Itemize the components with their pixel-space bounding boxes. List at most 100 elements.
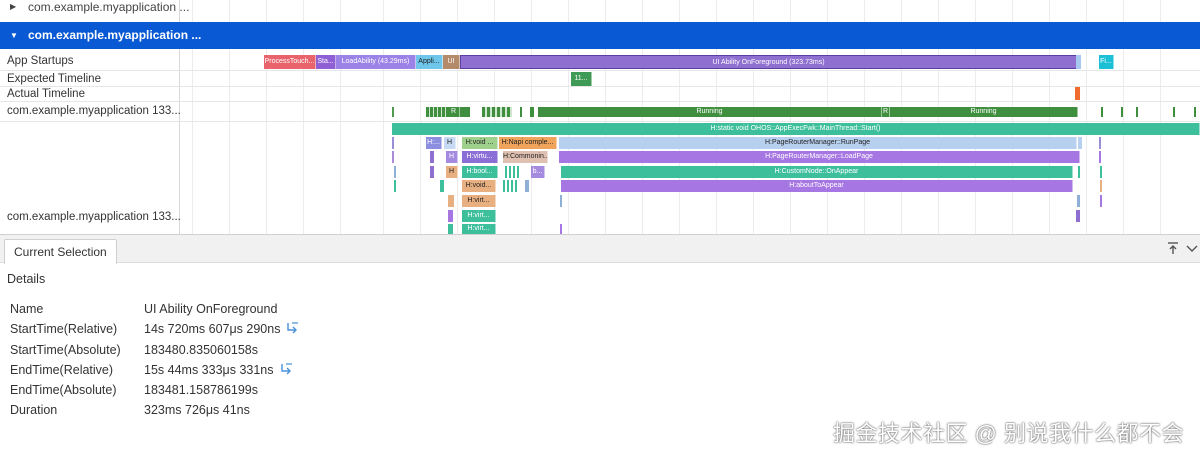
trace-slice[interactable] (430, 151, 434, 163)
trace-timeline[interactable]: ▶ com.example.myapplication ... ▼ com.ex… (0, 0, 1200, 234)
thread-state-tick[interactable] (426, 107, 448, 117)
chevron-down-icon[interactable] (1186, 241, 1198, 255)
details-value: 183481.158786199s (144, 380, 258, 400)
details-value: 14s 720ms 607μs 290ns (144, 319, 299, 339)
trace-slice[interactable]: LoadAbility (43.29ms) (336, 55, 416, 69)
trace-slice[interactable]: H:static void OHOS::AppExecFwk::MainThre… (392, 123, 1200, 135)
trace-slice[interactable]: H:Napi comple... (499, 137, 557, 149)
trace-slice[interactable]: Running (890, 107, 1078, 117)
trace-slice[interactable] (1078, 166, 1080, 178)
lane-label-expected-timeline: Expected Timeline (7, 73, 101, 85)
trace-slice[interactable] (448, 224, 453, 234)
trace-slice[interactable] (448, 210, 453, 222)
details-value-text: 183480.835060158s (144, 342, 259, 357)
jump-to-icon[interactable] (287, 322, 299, 334)
trace-slice[interactable]: H:aboutToAppear (561, 180, 1073, 192)
thread-state-tick[interactable] (482, 107, 512, 117)
row-separator (0, 70, 1200, 71)
details-key: EndTime(Relative) (10, 362, 114, 377)
trace-slice[interactable]: Fi... (1099, 55, 1114, 69)
thread-state-tick[interactable] (530, 107, 534, 117)
process-row-expanded[interactable]: ▼ com.example.myapplication ... (0, 22, 1200, 49)
trace-slice[interactable]: H:void... (462, 180, 496, 192)
lane-label-thread: com.example.myapplication 133... (7, 105, 181, 117)
trace-slice[interactable] (1076, 55, 1081, 69)
process-title: com.example.myapplication ... (28, 28, 202, 42)
caret-down-icon[interactable]: ▼ (10, 22, 18, 49)
trace-slice[interactable]: H (444, 137, 456, 149)
trace-slice[interactable] (392, 137, 394, 149)
thread-state-tick[interactable] (520, 107, 522, 117)
trace-slice-selected[interactable]: UI Ability OnForeground (323.73ms) (460, 55, 1077, 69)
trace-slice[interactable]: Sta... (316, 55, 336, 69)
trace-slice[interactable]: H:bool... (462, 166, 498, 178)
trace-slice[interactable]: H:PageRouterManager::RunPage (559, 137, 1077, 149)
trace-slice[interactable]: Appli... (416, 55, 443, 69)
trace-slice[interactable]: b... (531, 166, 545, 178)
thread-state-tick[interactable] (460, 107, 470, 117)
details-key: StartTime(Absolute) (10, 342, 121, 357)
watermark: 掘金技术社区 @ 别说我什么都不会 (832, 421, 1184, 446)
trace-slice[interactable]: H:virtu... (462, 151, 498, 163)
trace-slice[interactable]: H:PageRouterManager::LoadPage (559, 151, 1080, 163)
trace-slice[interactable]: Running (538, 107, 882, 117)
trace-slice[interactable] (505, 166, 519, 178)
thread-state-tick[interactable] (1121, 107, 1123, 117)
pin-to-top-icon[interactable] (1166, 241, 1180, 255)
trace-slice[interactable]: H:void ... (462, 137, 498, 149)
thread-state-tick[interactable] (392, 107, 394, 117)
trace-slice[interactable] (394, 166, 396, 178)
lane-label-app-startups: App Startups (7, 55, 74, 67)
trace-slice[interactable] (1099, 151, 1101, 163)
trace-slice[interactable]: H (446, 166, 458, 178)
trace-slice[interactable] (503, 180, 517, 192)
details-value: UI Ability OnForeground (144, 299, 277, 319)
trace-slice[interactable] (1100, 180, 1102, 192)
row-separator (0, 101, 1200, 102)
trace-slice[interactable] (430, 166, 434, 178)
thread-state-tick[interactable] (1194, 107, 1196, 117)
tab-current-selection[interactable]: Current Selection (4, 239, 117, 264)
trace-slice[interactable] (440, 180, 444, 192)
trace-slice[interactable]: ProcessTouch... (264, 55, 316, 69)
trace-slice[interactable]: H:... (426, 137, 442, 149)
details-value-text: 323ms 726μs 41ns (144, 403, 250, 418)
trace-slice[interactable] (1100, 195, 1102, 207)
details-value-text: 183481.158786199s (144, 383, 259, 398)
details-value-text: 14s 720ms 607μs 290ns (144, 322, 281, 337)
process-row-collapsed[interactable]: ▶ com.example.myapplication ... (0, 0, 1200, 14)
trace-slice[interactable] (560, 195, 562, 207)
trace-slice[interactable] (1075, 87, 1080, 100)
trace-slice[interactable]: H (446, 151, 458, 163)
trace-slice[interactable] (1078, 137, 1082, 149)
caret-right-icon[interactable]: ▶ (10, 0, 16, 14)
jump-to-icon[interactable] (280, 363, 293, 375)
details-key: EndTime(Absolute) (10, 383, 117, 398)
trace-slice[interactable]: R (882, 107, 890, 117)
thread-state-tick[interactable] (1101, 107, 1103, 117)
trace-slice[interactable] (1099, 137, 1101, 149)
trace-slice[interactable] (1077, 195, 1080, 207)
trace-slice[interactable] (1076, 210, 1080, 222)
trace-slice[interactable]: H:virt... (462, 195, 496, 207)
trace-slice[interactable]: H:CustomNode::OnAppear (561, 166, 1073, 178)
trace-slice[interactable]: H:virt... (462, 210, 496, 222)
thread-state-tick[interactable] (1173, 107, 1175, 117)
lane-label-thread: com.example.myapplication 133... (7, 211, 181, 223)
trace-slice[interactable]: H:Commonin... (503, 151, 548, 163)
trace-slice[interactable] (1100, 166, 1102, 178)
trace-slice[interactable]: UI (443, 55, 460, 69)
details-key: Name (10, 302, 44, 316)
trace-slice[interactable] (448, 195, 454, 207)
trace-slice[interactable] (394, 180, 396, 192)
details-heading: Details (7, 272, 46, 286)
details-key: StartTime(Relative) (10, 322, 118, 337)
trace-slice[interactable]: R (448, 107, 460, 117)
trace-slice[interactable] (560, 224, 562, 234)
trace-slice[interactable]: 11... (571, 72, 592, 86)
thread-state-tick[interactable] (1136, 107, 1138, 117)
trace-slice[interactable]: H:virt... (462, 224, 496, 234)
trace-slice[interactable] (392, 151, 394, 163)
row-separator (0, 121, 1200, 122)
trace-slice[interactable] (525, 180, 529, 192)
